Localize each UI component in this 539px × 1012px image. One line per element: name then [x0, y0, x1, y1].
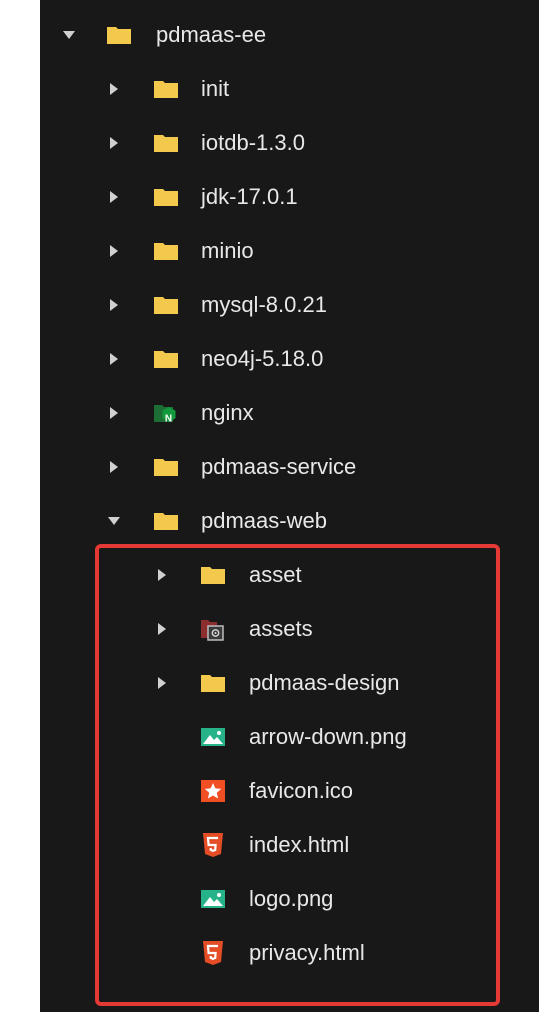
- tree-item-iotdb[interactable]: iotdb-1.3.0: [0, 116, 539, 170]
- html5-file-icon: [199, 939, 227, 967]
- folder-icon: [152, 129, 180, 157]
- chevron-right-icon[interactable]: [107, 460, 121, 474]
- html5-file-icon: [199, 831, 227, 859]
- tree-item-label: iotdb-1.3.0: [201, 130, 305, 155]
- tree-item-neo4j[interactable]: neo4j-5.18.0: [0, 332, 539, 386]
- svg-text:N: N: [165, 414, 172, 425]
- chevron-right-icon[interactable]: [107, 298, 121, 312]
- tree-item-favicon-ico[interactable]: favicon.ico: [0, 764, 539, 818]
- folder-icon: [152, 75, 180, 103]
- folder-icon: [152, 237, 180, 265]
- tree-item-label: favicon.ico: [249, 778, 353, 803]
- folder-icon: [152, 183, 180, 211]
- folder-icon: [199, 669, 227, 697]
- tree-item-label: jdk-17.0.1: [201, 184, 298, 209]
- chevron-right-icon[interactable]: [107, 82, 121, 96]
- folder-icon: [152, 507, 180, 535]
- favicon-file-icon: [199, 777, 227, 805]
- tree-item-label: logo.png: [249, 886, 334, 911]
- tree-item-nginx[interactable]: N nginx: [0, 386, 539, 440]
- chevron-right-icon[interactable]: [107, 136, 121, 150]
- chevron-right-icon[interactable]: [155, 622, 169, 636]
- chevron-right-icon[interactable]: [107, 244, 121, 258]
- tree-item-logo-png[interactable]: logo.png: [0, 872, 539, 926]
- tree-item-label: init: [201, 76, 230, 101]
- file-tree: pdmaas-ee init iotdb-1.3.0 jdk-17.0.1 mi…: [0, 8, 539, 980]
- tree-item-mysql[interactable]: mysql-8.0.21: [0, 278, 539, 332]
- folder-icon: [152, 291, 180, 319]
- folder-icon: [105, 21, 133, 49]
- tree-item-label: mysql-8.0.21: [201, 292, 327, 317]
- tree-item-jdk[interactable]: jdk-17.0.1: [0, 170, 539, 224]
- image-file-icon: [199, 885, 227, 913]
- tree-item-label: pdmaas-ee: [156, 22, 267, 47]
- tree-item-label: index.html: [249, 832, 350, 857]
- tree-item-minio[interactable]: minio: [0, 224, 539, 278]
- tree-item-privacy-html[interactable]: privacy.html: [0, 926, 539, 980]
- tree-item-pdmaas-service[interactable]: pdmaas-service: [0, 440, 539, 494]
- tree-item-label: assets: [249, 616, 313, 641]
- tree-item-label: arrow-down.png: [249, 724, 407, 749]
- tree-item-label: nginx: [201, 400, 254, 425]
- chevron-right-icon[interactable]: [155, 676, 169, 690]
- chevron-right-icon[interactable]: [155, 568, 169, 582]
- tree-item-label: pdmaas-design: [249, 670, 400, 695]
- nginx-folder-icon: N: [152, 399, 180, 427]
- folder-icon: [199, 561, 227, 589]
- tree-item-assets[interactable]: assets: [0, 602, 539, 656]
- tree-item-label: pdmaas-web: [201, 508, 327, 533]
- tree-item-asset[interactable]: asset: [0, 548, 539, 602]
- tree-item-label: minio: [201, 238, 254, 263]
- assets-folder-icon: [199, 615, 227, 643]
- folder-icon: [152, 453, 180, 481]
- folder-icon: [152, 345, 180, 373]
- chevron-right-icon[interactable]: [107, 352, 121, 366]
- tree-item-label: neo4j-5.18.0: [201, 346, 324, 371]
- tree-item-init[interactable]: init: [0, 62, 539, 116]
- tree-item-label: asset: [249, 562, 302, 587]
- tree-item-pdmaas-web[interactable]: pdmaas-web: [0, 494, 539, 548]
- tree-item-arrow-down-png[interactable]: arrow-down.png: [0, 710, 539, 764]
- tree-item-label: pdmaas-service: [201, 454, 357, 479]
- tree-item-index-html[interactable]: index.html: [0, 818, 539, 872]
- tree-item-pdmaas-design[interactable]: pdmaas-design: [0, 656, 539, 710]
- tree-item-label: privacy.html: [249, 940, 365, 965]
- image-file-icon: [199, 723, 227, 751]
- tree-item-pdmaas-ee[interactable]: pdmaas-ee: [0, 8, 539, 62]
- chevron-right-icon[interactable]: [107, 406, 121, 420]
- chevron-right-icon[interactable]: [107, 190, 121, 204]
- chevron-down-icon[interactable]: [107, 514, 121, 528]
- chevron-down-icon[interactable]: [62, 28, 76, 42]
